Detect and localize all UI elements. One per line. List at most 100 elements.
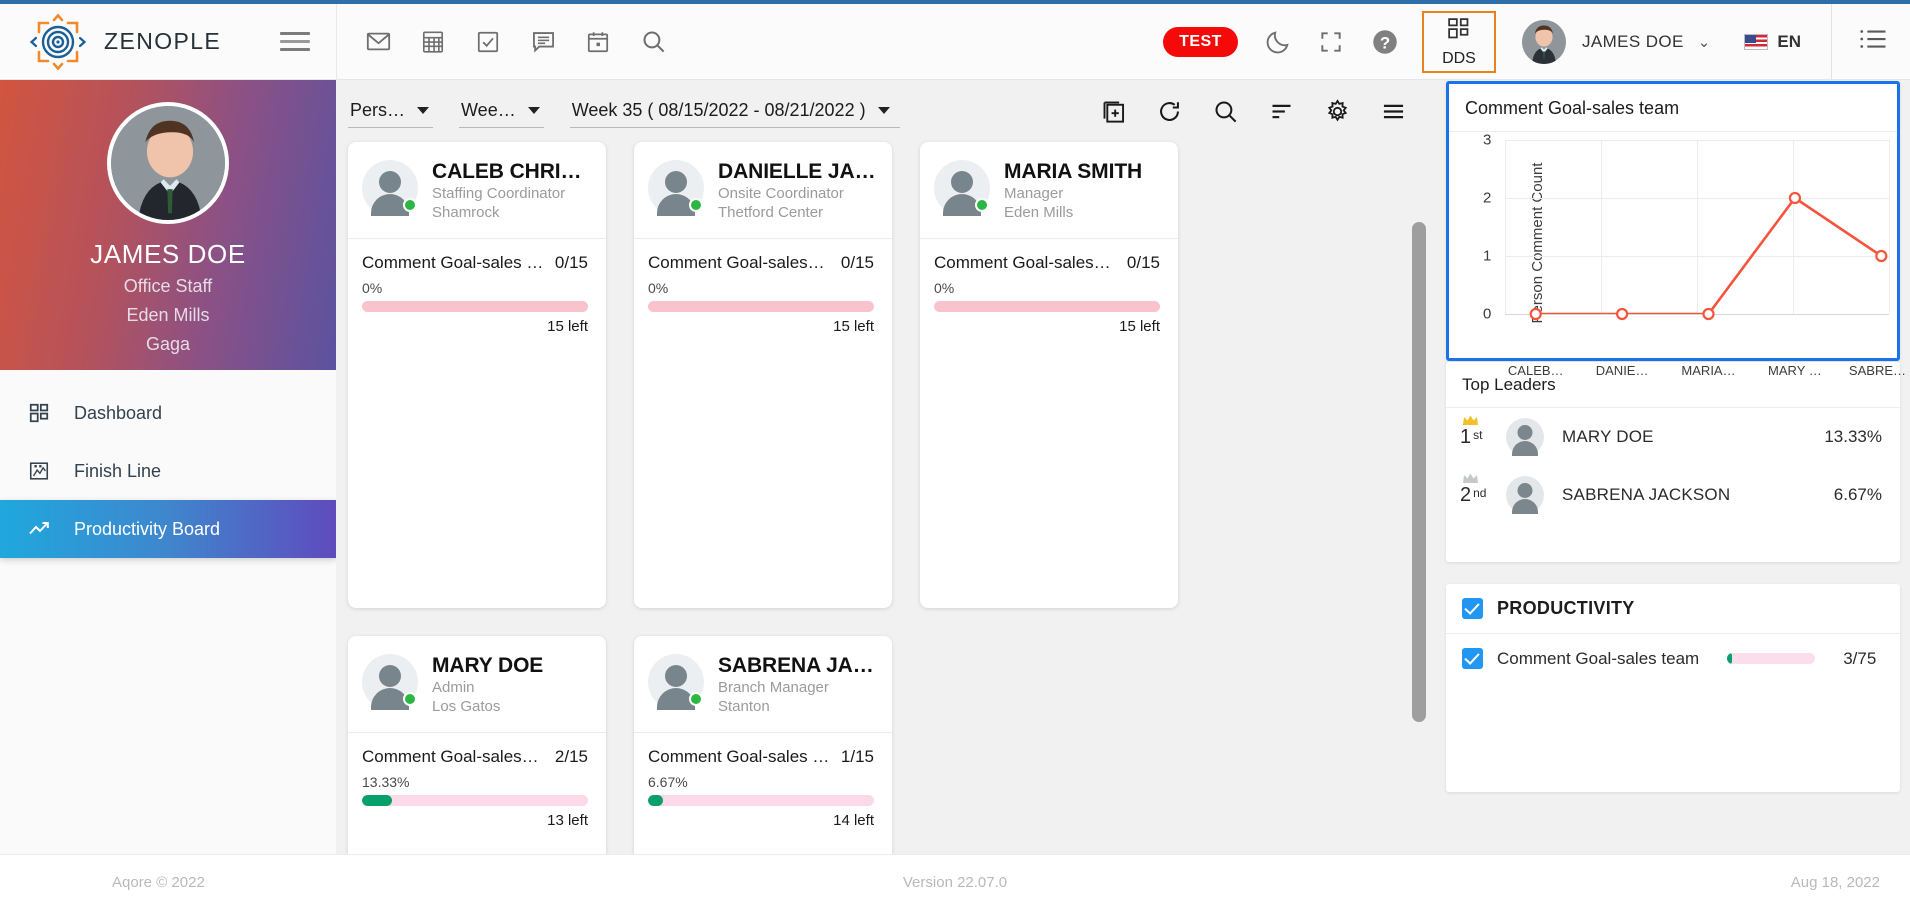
productivity-title: PRODUCTIVITY [1497,598,1635,618]
goal-percent: 0% [362,280,383,297]
goal-count: 0/15 [1126,253,1160,273]
productivity-checkbox[interactable] [1462,598,1483,619]
person-card-header: MARIA SMITH Manager Eden Mills [920,142,1178,240]
online-status-dot [689,198,703,212]
footer-copyright: Aqore © 2022 [112,874,205,891]
refresh-icon[interactable] [1154,96,1184,126]
avatar [934,160,990,216]
goal-remaining: 15 left [1119,318,1160,336]
sidebar-item-dashboard[interactable]: Dashboard [0,384,336,442]
avatar [1521,19,1566,64]
person-card-body: Comment Goal-sales… 2/15 13.33% 13 left [348,733,606,829]
chart-xtick: CALEB… [1507,363,1564,378]
calculator-icon[interactable] [418,27,448,57]
calendar-icon[interactable] [583,27,613,57]
chart-panel[interactable]: Comment Goal-sales team Person Comment C… [1446,81,1906,379]
person-card[interactable]: DANIELLE JA… Onsite Coordinator Thetford… [634,142,892,608]
top-leaders-panel: Top Leaders 1 st MARY DOE 13.33% 2 nd SA… [1446,362,1900,562]
chart-ytick: 1 [1483,247,1492,265]
chart-ytick: 2 [1483,189,1492,207]
person-card-body: Comment Goal-sales te… 1/15 6.67% 14 lef… [634,733,892,829]
goal-remaining: 15 left [547,318,588,336]
progress-bar [362,301,588,313]
productivity-row[interactable]: Comment Goal-sales team 3/75 [1446,634,1900,683]
test-badge: TEST [1163,26,1238,57]
sidebar: JAMES DOE Office Staff Eden Mills Gaga D… [0,80,336,910]
leader-row[interactable]: 2 nd SABRENA JACKSON 6.67% [1446,466,1900,524]
person-location: Thetford Center [718,204,824,222]
date-range-select[interactable]: Week 35 ( 08/15/2022 - 08/21/2022 ) [569,94,900,128]
app-root: ZENOPLE TEST ? DDS JAMES DOE ⌄ EN JAMES … [0,0,1910,910]
productivity-item-label: Comment Goal-sales team [1497,648,1700,668]
person-name: MARY DOE [432,654,544,677]
rank-badge: 1 st [1460,415,1504,449]
online-status-dot [689,692,703,706]
task-check-icon[interactable] [473,27,503,57]
sidebar-toggle-button[interactable] [280,27,310,56]
person-role: Onsite Coordinator [718,185,844,202]
avatar [362,160,418,216]
person-name: CALEB CHRIS… [432,160,590,183]
profile-branch: Eden Mills [126,304,210,325]
sidebar-profile: JAMES DOE Office Staff Eden Mills Gaga [0,80,336,370]
language-code: EN [1777,31,1801,51]
person-role: Branch Manager [718,679,829,696]
mail-icon[interactable] [363,27,393,57]
menu-icon[interactable] [1378,96,1408,126]
progress-bar [648,301,874,313]
sidebar-nav: Dashboard Finish Line Productivity Board [0,370,336,558]
avatar [648,654,704,710]
chevron-down-icon: ⌄ [1697,33,1711,51]
sort-icon[interactable] [1266,96,1296,126]
fullscreen-icon[interactable] [1318,29,1344,55]
footer-date: Aug 18, 2022 [1790,874,1880,891]
moon-icon[interactable] [1264,28,1292,56]
dashboard-grid-icon [26,400,52,426]
chart-xtick: SABRE… [1848,363,1907,378]
productivity-item-checkbox[interactable] [1462,648,1483,669]
goal-label: Comment Goal-sales t… [362,253,545,273]
search-icon[interactable] [638,27,668,57]
person-card-header: DANIELLE JA… Onsite Coordinator Thetford… [634,142,892,240]
chart-body: Person Comment Count 3 2 1 0 CALEB… DANI… [1449,131,1906,379]
question-mark-icon[interactable]: ? [1370,27,1400,57]
svg-text:?: ? [1380,33,1390,52]
language-selector[interactable]: EN [1744,32,1801,52]
person-location: Stanton [718,698,770,716]
zenople-logo-icon [26,10,90,74]
person-name: DANIELLE JA… [718,160,876,183]
person-filter-select[interactable]: Pers… [348,94,434,128]
person-card[interactable]: MARIA SMITH Manager Eden Mills Comment G… [920,142,1178,608]
goal-count: 2/15 [554,747,588,767]
sidebar-item-finish-line[interactable]: Finish Line [0,442,336,500]
sidebar-item-label: Finish Line [74,460,162,481]
person-name: MARIA SMITH [1004,160,1143,183]
goal-label: Comment Goal-sales… [648,253,825,273]
online-status-dot [403,692,417,706]
add-card-icon[interactable] [1098,96,1128,126]
goal-remaining: 13 left [547,812,588,830]
dds-button[interactable]: DDS [1421,10,1496,73]
sidebar-item-productivity-board[interactable]: Productivity Board [0,500,336,558]
person-card[interactable]: SABRENA JA… Branch Manager Stanton Comme… [634,636,892,864]
goal-label: Comment Goal-sales… [362,747,539,767]
goal-percent: 13.33% [362,774,410,791]
user-menu[interactable]: JAMES DOE ⌄ [1521,19,1711,64]
goal-remaining: 15 left [833,318,874,336]
progress-bar [934,301,1160,313]
gold-crown-icon [1462,414,1479,431]
person-card[interactable]: CALEB CHRIS… Staffing Coordinator Shamro… [348,142,606,608]
chart-xtick: MARY … [1768,363,1822,378]
sidebar-item-label: Productivity Board [74,518,221,539]
week-filter-select[interactable]: Wee… [459,94,544,128]
vertical-scrollbar[interactable] [1412,222,1426,722]
list-menu-icon[interactable] [1858,26,1888,57]
chart-markers [1529,191,1888,321]
header-right-area: TEST ? DDS JAMES DOE ⌄ EN [1163,3,1910,80]
footer-version: Version 22.07.0 [902,874,1008,891]
settings-gear-icon[interactable] [1322,96,1352,126]
chart-ytick: 3 [1483,131,1492,149]
leader-row[interactable]: 1 st MARY DOE 13.33% [1446,408,1900,466]
chat-icon[interactable] [528,27,558,57]
search-icon[interactable] [1210,96,1240,126]
